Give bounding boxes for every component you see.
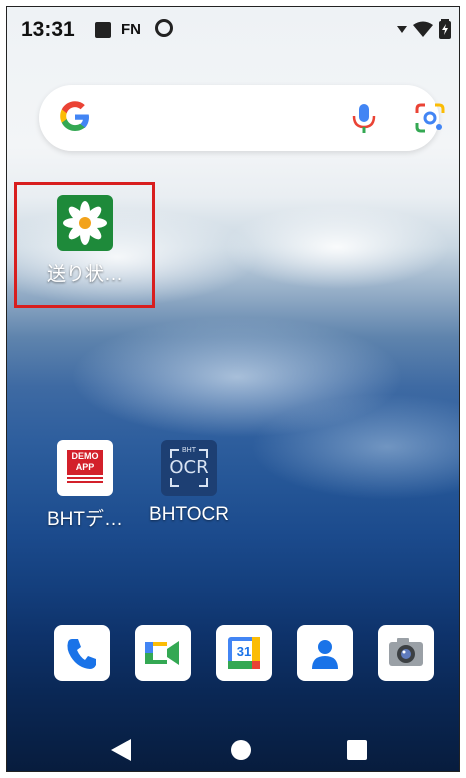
app-label: BHTデ… [46,509,123,530]
bht-tile-subtext: BHT [182,447,196,454]
app-bht-demo[interactable]: DEMO APP BHTデ… [25,440,145,531]
ocr-tile-text: OCR [169,457,209,478]
status-time: 13:31 [21,18,75,41]
image-notification-icon [95,22,111,38]
app-label: 送り状… [46,264,123,285]
demo-app-tile-text: DEMO APP [67,450,103,475]
app-bhtocr[interactable]: BHT OCR BHTOCR [129,440,249,526]
status-right-icons [397,19,451,39]
wifi-icon [413,21,433,37]
meet-icon[interactable] [135,625,191,681]
battery-icon [439,19,451,39]
back-button[interactable] [111,739,131,761]
sync-status-icon [155,19,173,37]
navigation-bar [7,729,459,769]
status-bar: 13:31 FN [7,7,459,51]
calendar-icon[interactable]: 31 [216,625,272,681]
camera-icon[interactable] [378,625,434,681]
google-g-logo [60,101,89,131]
recents-button[interactable] [347,740,367,760]
google-search-bar[interactable] [39,85,445,151]
app-dock: 31 [7,625,459,685]
daisy-flower-icon [57,195,113,251]
mic-icon[interactable] [347,101,381,135]
lens-icon[interactable] [413,101,447,135]
calendar-day: 31 [236,644,252,659]
phone-screen: 13:31 FN 送り状… DEMO APP BHTデ… BHT OCR BHT… [6,6,460,772]
contacts-icon[interactable] [297,625,353,681]
bht-ocr-icon: BHT OCR [161,440,217,496]
app-okurijou[interactable]: 送り状… [25,195,145,286]
fn-indicator: FN [121,21,141,38]
signal-icon [397,26,407,33]
demo-app-icon: DEMO APP [57,440,113,496]
home-button[interactable] [230,739,252,761]
app-label: BHTOCR [149,504,229,525]
phone-icon[interactable] [54,625,110,681]
